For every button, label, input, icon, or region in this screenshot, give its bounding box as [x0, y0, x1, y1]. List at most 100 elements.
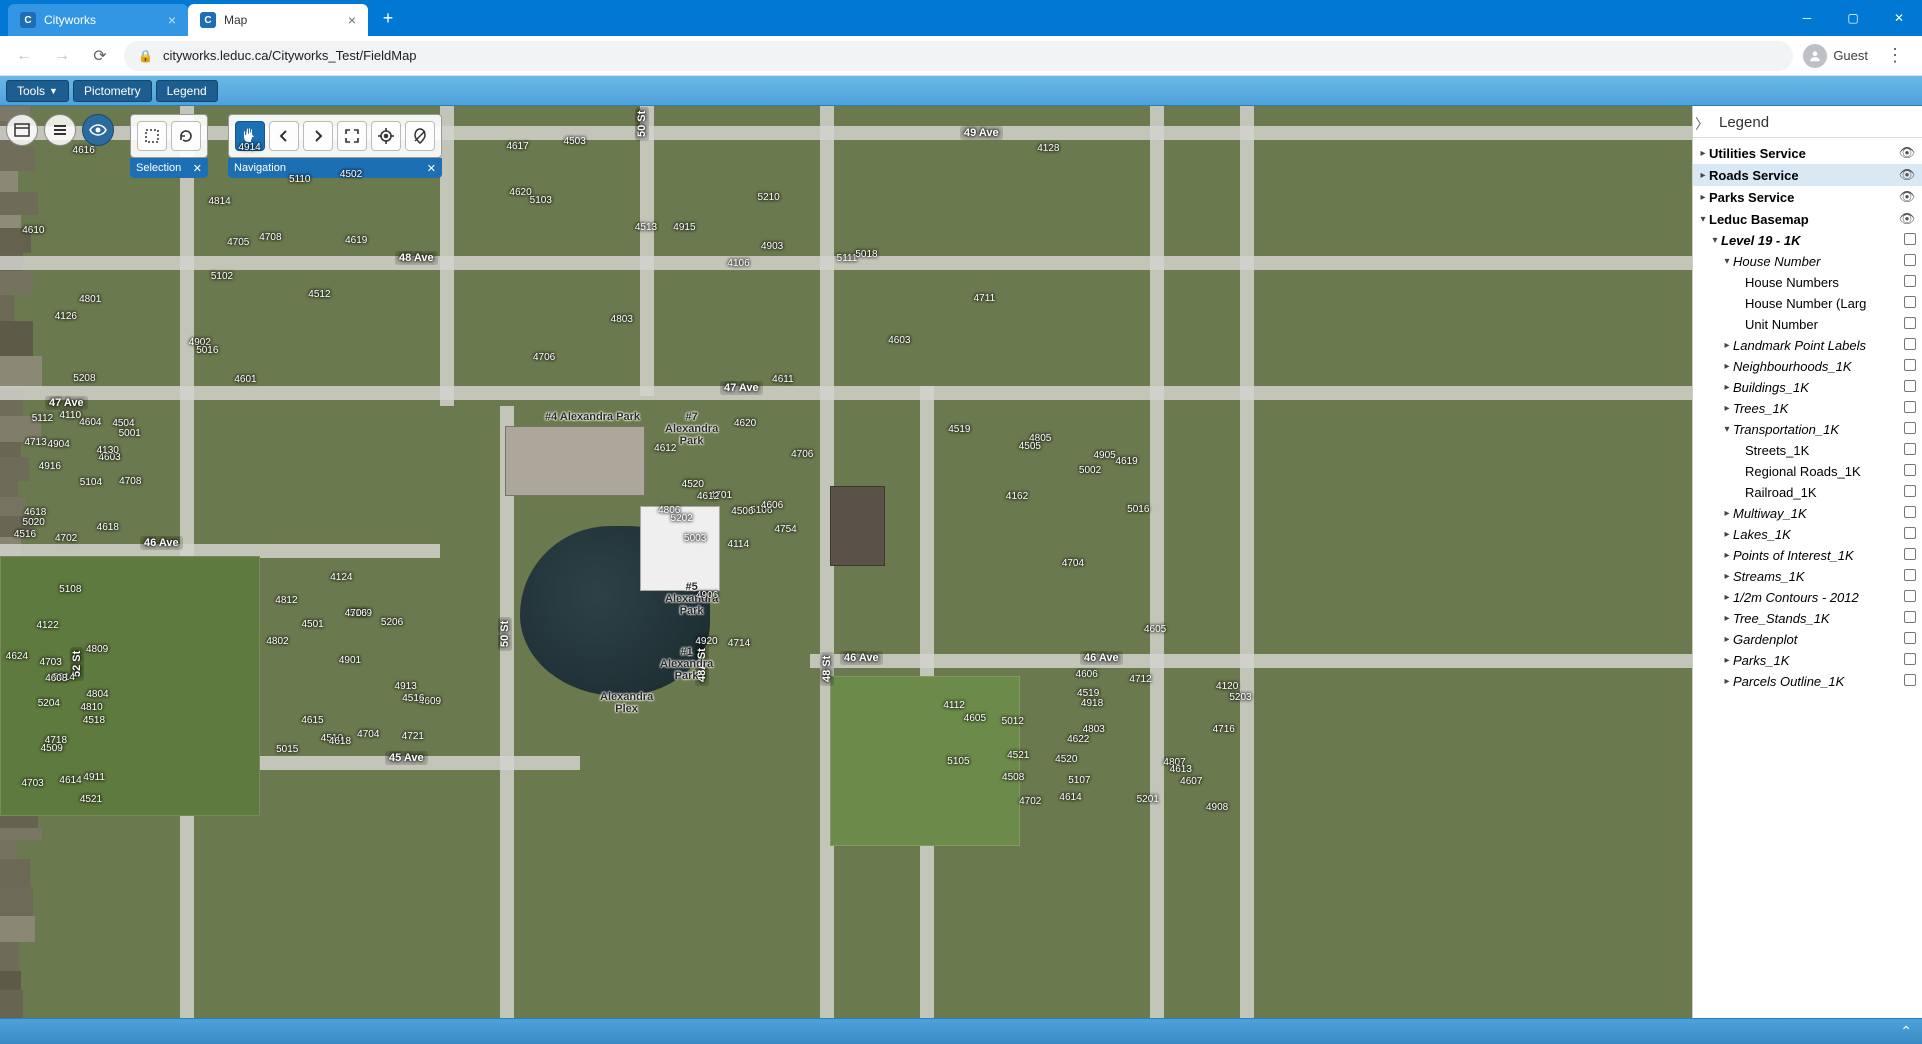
tab-cityworks[interactable]: C Cityworks ×: [8, 4, 188, 36]
layer-row[interactable]: ▾Level 19 - 1K: [1693, 230, 1922, 251]
maximize-button[interactable]: ▢: [1830, 0, 1876, 36]
caret-icon[interactable]: ▸: [1721, 613, 1733, 624]
caret-icon[interactable]: ▾: [1721, 424, 1733, 435]
caret-icon[interactable]: ▸: [1721, 676, 1733, 687]
layer-row[interactable]: ▸Parks Service👁: [1693, 186, 1922, 208]
visibility-checkbox[interactable]: [1904, 233, 1916, 248]
layer-row[interactable]: ▸Landmark Point Labels: [1693, 335, 1922, 356]
next-extent-button[interactable]: [303, 121, 333, 151]
tools-menu-button[interactable]: Tools ▼: [6, 80, 69, 102]
layer-row[interactable]: ▸Streams_1K: [1693, 566, 1922, 587]
visibility-checkbox[interactable]: [1904, 590, 1916, 605]
caret-icon[interactable]: ▸: [1721, 592, 1733, 603]
visibility-checkbox[interactable]: [1904, 338, 1916, 353]
caret-icon[interactable]: ▸: [1721, 403, 1733, 414]
layer-row[interactable]: ▸Points of Interest_1K: [1693, 545, 1922, 566]
caret-icon[interactable]: ▸: [1721, 529, 1733, 540]
legend-button[interactable]: Legend: [156, 80, 218, 102]
caret-icon[interactable]: ▸: [1697, 148, 1709, 159]
rectangle-select-button[interactable]: [137, 121, 167, 151]
close-icon[interactable]: ✕: [427, 162, 436, 175]
prev-extent-button[interactable]: [269, 121, 299, 151]
layer-row[interactable]: ▸Parks_1K: [1693, 650, 1922, 671]
visibility-checkbox[interactable]: [1904, 317, 1916, 332]
visibility-checkbox[interactable]: [1904, 296, 1916, 311]
caret-icon[interactable]: ▸: [1721, 508, 1733, 519]
layer-row[interactable]: ▸1/2m Contours - 2012: [1693, 587, 1922, 608]
visibility-button[interactable]: [82, 114, 114, 146]
browser-menu-button[interactable]: ⋮: [1878, 45, 1912, 66]
layer-row[interactable]: ▾Leduc Basemap👁: [1693, 208, 1922, 230]
full-extent-button[interactable]: [337, 121, 367, 151]
caret-icon[interactable]: ▾: [1721, 256, 1733, 267]
close-icon[interactable]: ×: [348, 12, 356, 28]
layer-row[interactable]: Railroad_1K: [1693, 482, 1922, 503]
pictometry-button[interactable]: Pictometry: [73, 80, 152, 102]
visibility-checkbox[interactable]: [1904, 611, 1916, 626]
close-icon[interactable]: ✕: [193, 162, 202, 175]
layer-row[interactable]: ▸Multiway_1K: [1693, 503, 1922, 524]
close-icon[interactable]: ×: [168, 12, 176, 28]
back-button[interactable]: ←: [10, 42, 38, 70]
layer-row[interactable]: ▾House Number: [1693, 251, 1922, 272]
layer-row[interactable]: ▸Parcels Outline_1K: [1693, 671, 1922, 692]
visibility-checkbox[interactable]: [1904, 653, 1916, 668]
layer-row[interactable]: ▸Trees_1K: [1693, 398, 1922, 419]
list-button[interactable]: [44, 114, 76, 146]
visibility-checkbox[interactable]: [1904, 464, 1916, 479]
profile-button[interactable]: Guest: [1803, 44, 1868, 68]
caret-icon[interactable]: ▸: [1721, 382, 1733, 393]
minimize-button[interactable]: ─: [1784, 0, 1830, 36]
selection-panel-title[interactable]: Selection ✕: [130, 158, 208, 178]
tab-map[interactable]: C Map ×: [188, 4, 368, 36]
layer-row[interactable]: House Numbers: [1693, 272, 1922, 293]
locate-button[interactable]: [371, 121, 401, 151]
visibility-checkbox[interactable]: [1904, 485, 1916, 500]
caret-icon[interactable]: ▸: [1697, 192, 1709, 203]
caret-icon[interactable]: ▸: [1721, 655, 1733, 666]
clear-selection-button[interactable]: [171, 121, 201, 151]
visibility-eye-icon[interactable]: 👁: [1898, 211, 1916, 227]
visibility-checkbox[interactable]: [1904, 548, 1916, 563]
caret-icon[interactable]: ▸: [1721, 340, 1733, 351]
expand-bottom-button[interactable]: ⌃: [1900, 1023, 1912, 1040]
layer-row[interactable]: ▸Buildings_1K: [1693, 377, 1922, 398]
layer-row[interactable]: ▸Gardenplot: [1693, 629, 1922, 650]
visibility-checkbox[interactable]: [1904, 527, 1916, 542]
visibility-checkbox[interactable]: [1904, 275, 1916, 290]
visibility-eye-icon[interactable]: 👁: [1898, 189, 1916, 205]
layer-row[interactable]: ▸Neighbourhoods_1K: [1693, 356, 1922, 377]
map-canvas[interactable]: /*blocks rendered below by JS*/: [0, 106, 1692, 1044]
visibility-checkbox[interactable]: [1904, 401, 1916, 416]
layer-row[interactable]: ▸Roads Service👁: [1693, 164, 1922, 186]
layer-row[interactable]: ▸Lakes_1K: [1693, 524, 1922, 545]
caret-icon[interactable]: ▸: [1721, 361, 1733, 372]
window-close-button[interactable]: ✕: [1876, 0, 1922, 36]
visibility-checkbox[interactable]: [1904, 359, 1916, 374]
reload-button[interactable]: ⟳: [86, 42, 114, 70]
layer-row[interactable]: ▸Utilities Service👁: [1693, 142, 1922, 164]
forward-button[interactable]: →: [48, 42, 76, 70]
layer-row[interactable]: ▸Tree_Stands_1K: [1693, 608, 1922, 629]
visibility-checkbox[interactable]: [1904, 422, 1916, 437]
url-bar[interactable]: 🔒 cityworks.leduc.ca/Cityworks_Test/Fiel…: [124, 41, 1793, 71]
visibility-checkbox[interactable]: [1904, 443, 1916, 458]
visibility-checkbox[interactable]: [1904, 569, 1916, 584]
layer-tree[interactable]: ▸Utilities Service👁▸Roads Service👁▸Parks…: [1693, 138, 1922, 1018]
clear-nav-button[interactable]: [405, 121, 435, 151]
caret-icon[interactable]: ▸: [1721, 550, 1733, 561]
layer-row[interactable]: Regional Roads_1K: [1693, 461, 1922, 482]
caret-icon[interactable]: ▸: [1721, 571, 1733, 582]
caret-icon[interactable]: ▾: [1697, 214, 1709, 225]
visibility-checkbox[interactable]: [1904, 506, 1916, 521]
layer-row[interactable]: House Number (Larg: [1693, 293, 1922, 314]
navigation-panel-title[interactable]: Navigation ✕: [228, 158, 442, 178]
layer-row[interactable]: ▾Transportation_1K: [1693, 419, 1922, 440]
layout-button[interactable]: [6, 114, 38, 146]
visibility-eye-icon[interactable]: 👁: [1898, 145, 1916, 161]
caret-icon[interactable]: ▸: [1697, 170, 1709, 181]
new-tab-button[interactable]: +: [374, 4, 402, 32]
layer-row[interactable]: Streets_1K: [1693, 440, 1922, 461]
visibility-eye-icon[interactable]: 👁: [1898, 167, 1916, 183]
caret-icon[interactable]: ▾: [1709, 235, 1721, 246]
